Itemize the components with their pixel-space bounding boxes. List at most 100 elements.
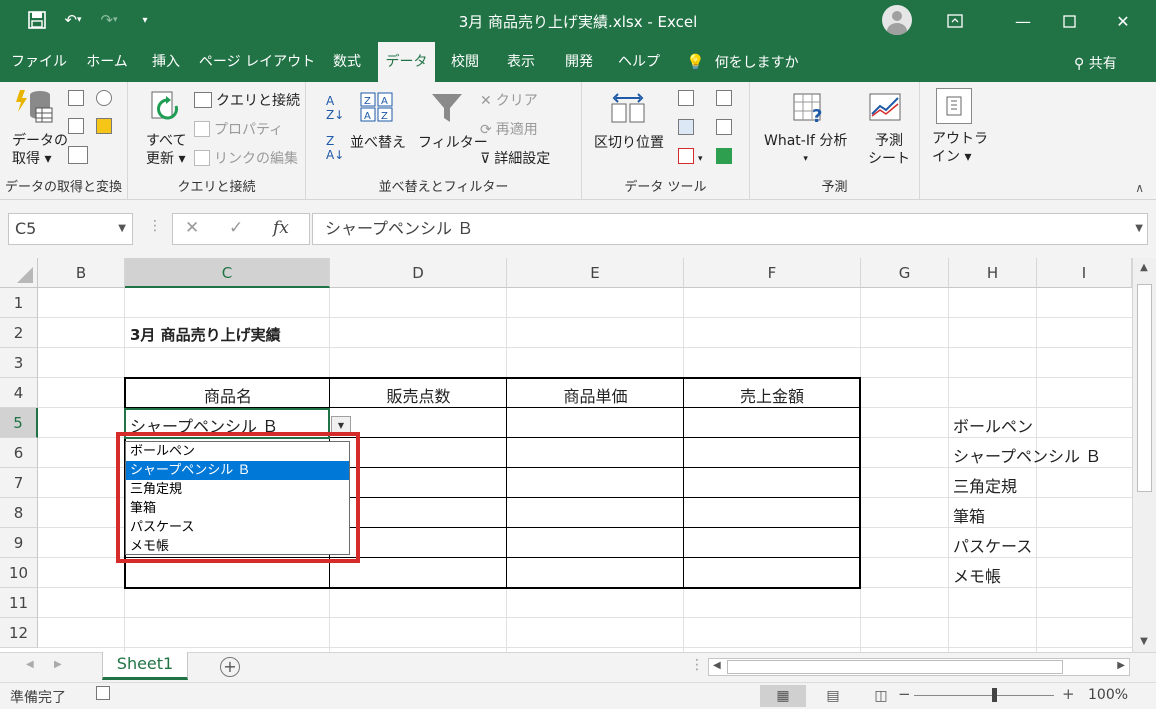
row-header-12[interactable]: 12 — [0, 618, 38, 648]
column-header-e[interactable]: E — [507, 258, 684, 288]
flash-fill-icon[interactable] — [678, 90, 698, 107]
column-header-b[interactable]: B — [38, 258, 125, 288]
reapply-button[interactable]: ⟳ 再適用 — [480, 119, 538, 139]
ribbon-display-options-icon[interactable] — [932, 0, 978, 42]
list-cell-h8[interactable]: 筆箱 — [953, 503, 985, 527]
vertical-scroll-thumb[interactable] — [1137, 284, 1152, 492]
list-cell-h10[interactable]: メモ帳 — [953, 563, 1001, 587]
tab-home[interactable]: ホーム — [78, 42, 136, 82]
column-header-c[interactable]: C — [125, 258, 330, 288]
sort-az-icon[interactable]: A Z↓ — [326, 94, 344, 122]
cancel-icon[interactable]: ✕ — [185, 218, 199, 238]
dropdown-option[interactable]: 筆箱 — [126, 499, 349, 518]
sort-za-icon[interactable]: Z A↓ — [326, 134, 344, 162]
tell-me-box[interactable]: 💡 何をしますか — [686, 42, 799, 82]
header-cell-units-sold[interactable]: 販売点数 — [330, 383, 507, 407]
expand-formula-icon[interactable]: ▼ — [1135, 214, 1143, 244]
tab-review[interactable]: 校閲 — [442, 42, 488, 82]
vertical-scrollbar[interactable]: ▲ ▼ — [1132, 258, 1156, 652]
tab-page-layout[interactable]: ページ レイアウト — [198, 42, 316, 82]
normal-view-icon[interactable]: ▦ — [760, 685, 806, 707]
add-sheet-icon[interactable]: + — [220, 657, 240, 677]
zoom-slider-track[interactable] — [914, 695, 1054, 696]
scroll-right-icon[interactable]: ▶ — [1117, 660, 1125, 671]
tab-file[interactable]: ファイル — [8, 42, 70, 82]
dropdown-option-selected[interactable]: シャープペンシル Ｂ — [126, 461, 349, 480]
dropdown-option[interactable]: メモ帳 — [126, 537, 349, 556]
edit-links-button[interactable]: リンクの編集 — [194, 148, 298, 168]
macro-record-icon[interactable] — [96, 686, 110, 700]
sheet-tab-sheet1[interactable]: Sheet1 — [102, 652, 188, 680]
header-cell-sales-amount[interactable]: 売上金額 — [684, 383, 860, 407]
zoom-out-icon[interactable]: − — [898, 685, 911, 703]
relationships-icon[interactable] — [716, 119, 736, 136]
column-header-f[interactable]: F — [684, 258, 861, 288]
from-web-icon[interactable] — [68, 118, 88, 135]
column-header-i[interactable]: I — [1037, 258, 1132, 288]
refresh-all-button[interactable]: すべて 更新 ▾ — [146, 132, 186, 168]
close-icon[interactable]: ✕ — [1100, 0, 1146, 42]
queries-connections-button[interactable]: クエリと接続 — [194, 90, 300, 110]
tab-help[interactable]: ヘルプ — [612, 42, 666, 82]
column-header-d[interactable]: D — [330, 258, 507, 288]
zoom-slider-thumb[interactable] — [992, 688, 997, 702]
dropdown-option[interactable]: パスケース — [126, 518, 349, 537]
row-header-7[interactable]: 7 — [0, 468, 38, 498]
formula-input[interactable]: シャープペンシル Ｂ ▼ — [312, 213, 1148, 245]
validation-dropdown-list[interactable]: ボールペン シャープペンシル Ｂ 三角定規 筆箱 パスケース メモ帳 — [125, 441, 350, 555]
sheet-title-cell[interactable]: 3月 商品売り上げ実績 — [130, 324, 281, 345]
clear-button[interactable]: ✕ クリア — [480, 90, 538, 110]
recent-sources-icon[interactable] — [96, 90, 116, 107]
name-box[interactable]: C5 ▼ — [8, 213, 133, 245]
select-all-corner[interactable] — [0, 258, 38, 288]
worksheet-grid[interactable]: B C D E F G H I 1 2 3 4 5 6 7 8 9 10 11 … — [0, 258, 1156, 652]
dropdown-option[interactable]: 三角定規 — [126, 480, 349, 499]
tab-developer[interactable]: 開発 — [556, 42, 602, 82]
row-header-9[interactable]: 9 — [0, 528, 38, 558]
header-cell-unit-price[interactable]: 商品単価 — [507, 383, 684, 407]
data-model-icon[interactable] — [716, 148, 736, 165]
validation-dropdown-button[interactable]: ▼ — [331, 416, 351, 436]
scroll-left-icon[interactable]: ◀ — [713, 660, 721, 671]
row-header-6[interactable]: 6 — [0, 438, 38, 468]
tab-data[interactable]: データ — [378, 42, 435, 82]
collapse-ribbon-icon[interactable]: ∧ — [1135, 181, 1144, 195]
row-header-8[interactable]: 8 — [0, 498, 38, 528]
zoom-in-icon[interactable]: + — [1062, 685, 1075, 703]
sort-button[interactable]: 並べ替え — [350, 132, 406, 152]
name-box-dropdown-icon[interactable]: ▼ — [118, 214, 126, 244]
prev-sheet-icon[interactable]: ◀ — [26, 659, 34, 670]
from-text-icon[interactable] — [68, 90, 88, 107]
filter-button[interactable]: フィルター — [418, 132, 488, 152]
row-header-3[interactable]: 3 — [0, 348, 38, 378]
list-cell-h6[interactable]: シャープペンシル Ｂ — [953, 443, 1101, 467]
header-cell-product-name[interactable]: 商品名 — [126, 383, 330, 407]
share-button[interactable]: ⚲ 共有 — [1074, 42, 1117, 82]
row-header-11[interactable]: 11 — [0, 588, 38, 618]
enter-icon[interactable]: ✓ — [229, 218, 243, 238]
outline-button[interactable]: アウトラ イン ▾ — [932, 130, 988, 166]
column-header-h[interactable]: H — [949, 258, 1037, 288]
scroll-up-icon[interactable]: ▲ — [1133, 262, 1155, 273]
forecast-sheet-button[interactable]: 予測 シート — [868, 132, 910, 168]
horizontal-scroll-thumb[interactable] — [727, 660, 1063, 674]
horizontal-scrollbar[interactable]: ◀ ▶ — [708, 658, 1130, 676]
advanced-button[interactable]: ⊽ 詳細設定 — [480, 148, 550, 168]
from-table-icon[interactable] — [68, 146, 92, 165]
scroll-down-icon[interactable]: ▼ — [1133, 636, 1155, 647]
tab-insert[interactable]: 挿入 — [142, 42, 190, 82]
zoom-level[interactable]: 100% — [1088, 687, 1128, 703]
row-header-4[interactable]: 4 — [0, 378, 38, 408]
next-sheet-icon[interactable]: ▶ — [54, 659, 62, 670]
tab-split-grip-icon[interactable]: ⋮ — [690, 657, 704, 673]
existing-connections-icon[interactable] — [96, 118, 116, 135]
maximize-icon[interactable] — [1046, 0, 1092, 42]
tab-formulas[interactable]: 数式 — [324, 42, 370, 82]
row-header-5[interactable]: 5 — [0, 408, 38, 438]
list-cell-h9[interactable]: パスケース — [953, 533, 1032, 557]
user-avatar[interactable] — [882, 5, 912, 35]
list-cell-h7[interactable]: 三角定規 — [953, 473, 1017, 497]
list-cell-h5[interactable]: ボールペン — [953, 413, 1033, 437]
properties-button[interactable]: プロパティ — [194, 119, 283, 139]
column-header-g[interactable]: G — [861, 258, 949, 288]
